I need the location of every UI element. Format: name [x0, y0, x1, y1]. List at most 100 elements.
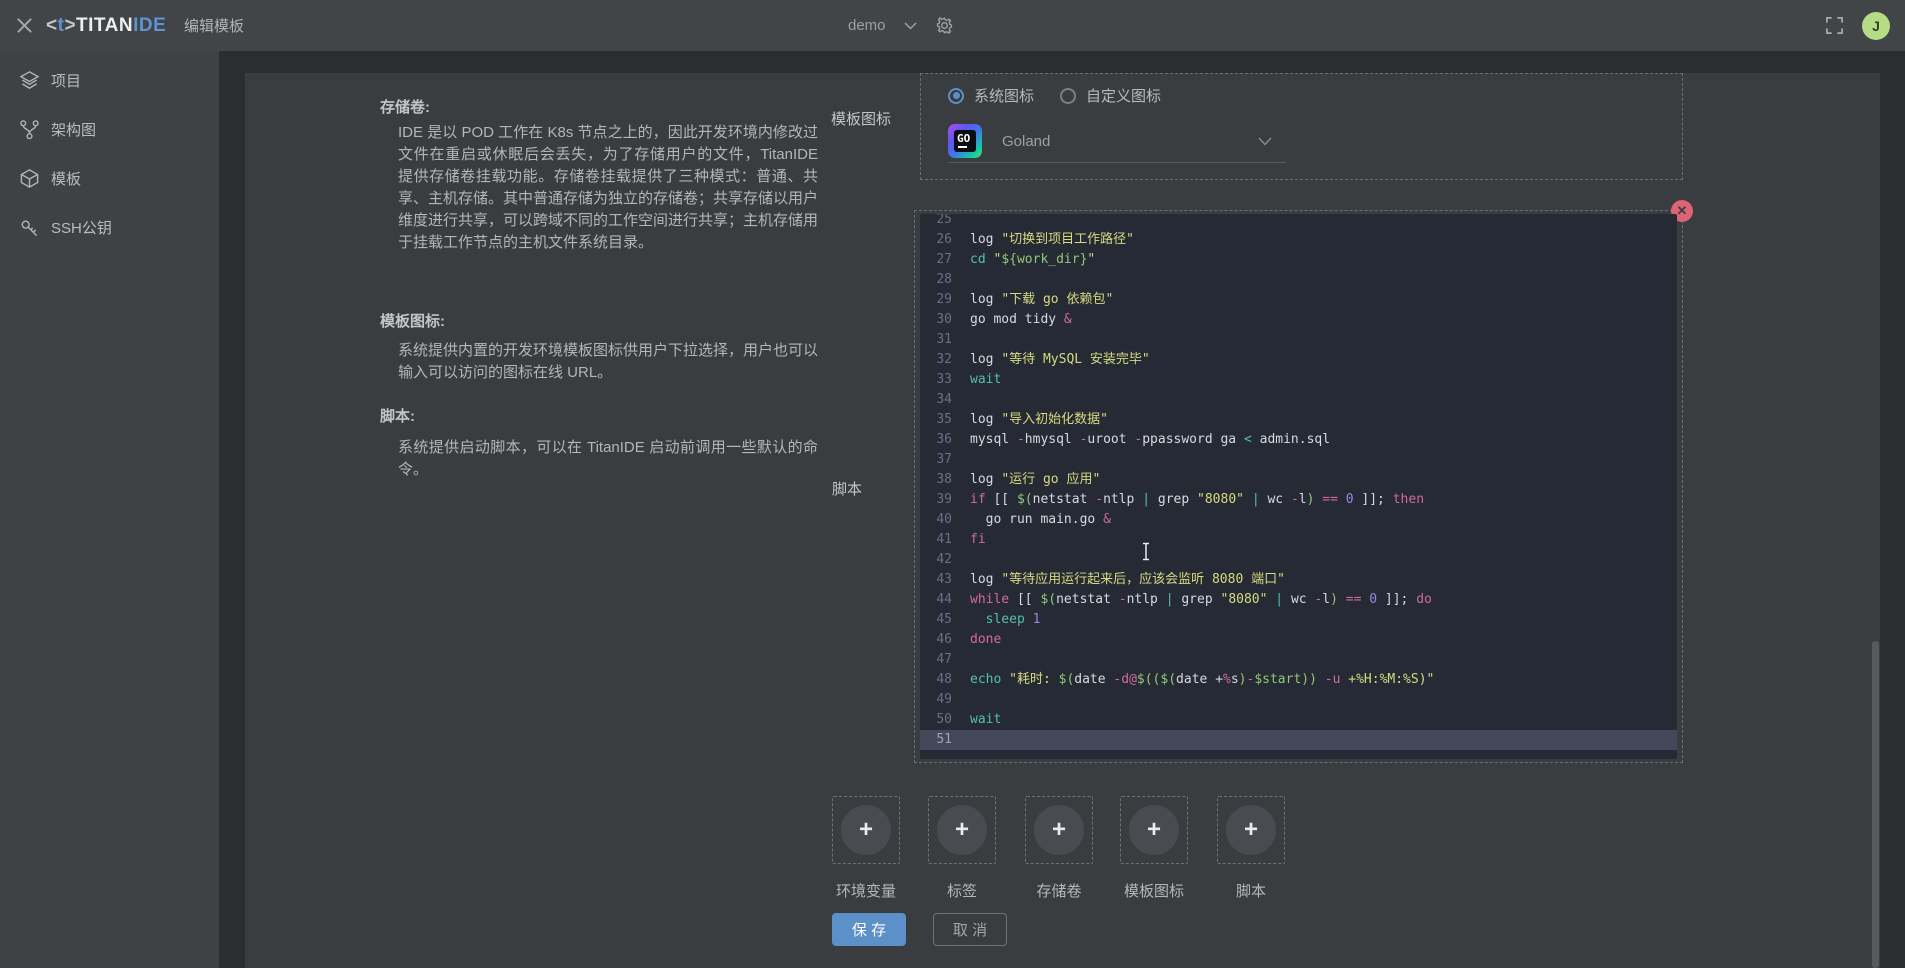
code-line[interactable]: 41fi: [920, 530, 1677, 550]
code-text: wait: [970, 710, 1677, 730]
line-number: 25: [920, 214, 970, 230]
top-bar: <t>TITANIDE 编辑模板 demo J: [0, 0, 1905, 51]
radio-system-label: 系统图标: [974, 85, 1034, 106]
add-field-label: 标签: [928, 880, 996, 901]
code-line[interactable]: 26log "切换到项目工作路径": [920, 230, 1677, 250]
code-line[interactable]: 50wait: [920, 710, 1677, 730]
code-line[interactable]: 33wait: [920, 370, 1677, 390]
template-icon-block: 系统图标 自定义图标 GO Goland: [920, 73, 1683, 180]
code-line[interactable]: 37: [920, 450, 1677, 470]
cancel-button[interactable]: 取 消: [933, 913, 1007, 946]
code-line[interactable]: 42: [920, 550, 1677, 570]
add-标签-button[interactable]: +: [928, 796, 996, 864]
chevron-down-icon: [1258, 137, 1272, 146]
code-line[interactable]: 46done: [920, 630, 1677, 650]
code-line[interactable]: 49: [920, 690, 1677, 710]
sidebar: 项目架构图模板 SSH公钥: [0, 51, 219, 968]
code-line[interactable]: 45 sleep 1: [920, 610, 1677, 630]
code-line[interactable]: 30go mod tidy &: [920, 310, 1677, 330]
code-text: while [[ $(netstat -ntlp | grep "8080" |…: [970, 590, 1677, 610]
code-line[interactable]: 31: [920, 330, 1677, 350]
code-text: [970, 270, 1677, 290]
code-line[interactable]: 51: [920, 730, 1677, 750]
workspace-switcher: demo: [848, 0, 954, 51]
avatar[interactable]: J: [1862, 12, 1890, 40]
add-环境变量-button[interactable]: +: [832, 796, 900, 864]
code-text: [970, 550, 1677, 570]
chevron-down-icon[interactable]: [904, 22, 917, 30]
radio-unselected-dot[interactable]: [1060, 88, 1076, 104]
help-body: 系统提供启动脚本，可以在 TitanIDE 启动前调用一些默认的命令。: [398, 437, 818, 481]
script-code-editor[interactable]: 2526log "切换到项目工作路径"27cd "${work_dir}"282…: [920, 214, 1677, 759]
code-text: if [[ $(netstat -ntlp | grep "8080" | wc…: [970, 490, 1677, 510]
sidebar-item-架构图[interactable]: 架构图: [0, 112, 219, 146]
code-line[interactable]: 47: [920, 650, 1677, 670]
code-line[interactable]: 36mysql -hmysql -uroot -ppassword ga < a…: [920, 430, 1677, 450]
code-line[interactable]: 32log "等待 MySQL 安装完毕": [920, 350, 1677, 370]
code-line[interactable]: 34: [920, 390, 1677, 410]
radio-selected-dot[interactable]: [948, 88, 964, 104]
code-text: log "等待 MySQL 安装完毕": [970, 350, 1677, 370]
fullscreen-icon[interactable]: [1825, 16, 1844, 35]
code-line[interactable]: 48echo "耗时: $(date -d@$(($(date +%s)-$st…: [920, 670, 1677, 690]
code-text: log "等待应用运行起来后，应该会监听 8080 端口": [970, 570, 1677, 590]
sidebar-item-label: SSH公钥: [51, 217, 112, 238]
code-line[interactable]: 38log "运行 go 应用": [920, 470, 1677, 490]
code-text: go mod tidy &: [970, 310, 1677, 330]
code-line[interactable]: 25: [920, 214, 1677, 230]
add-存储卷-button[interactable]: +: [1025, 796, 1093, 864]
icon-select[interactable]: GO Goland: [948, 120, 1286, 163]
vertical-scrollbar[interactable]: [1872, 641, 1879, 968]
code-text: [970, 450, 1677, 470]
code-line[interactable]: 27cd "${work_dir}": [920, 250, 1677, 270]
line-number: 47: [920, 650, 970, 670]
script-field-label: 脚本: [832, 478, 862, 499]
line-number: 31: [920, 330, 970, 350]
code-text: mysql -hmysql -uroot -ppassword ga < adm…: [970, 430, 1677, 450]
line-number: 51: [920, 730, 970, 750]
radio-custom-icon[interactable]: 自定义图标: [1060, 85, 1161, 106]
sidebar-item-项目[interactable]: 项目: [0, 63, 219, 97]
code-line[interactable]: 29log "下载 go 依赖包": [920, 290, 1677, 310]
radio-system-icon[interactable]: 系统图标: [948, 85, 1034, 106]
code-line[interactable]: 39if [[ $(netstat -ntlp | grep "8080" | …: [920, 490, 1677, 510]
branch-icon: [19, 119, 40, 140]
line-number: 39: [920, 490, 970, 510]
help-heading: 脚本:: [380, 405, 415, 426]
add-field-环境变量: +环境变量: [832, 796, 900, 901]
goland-icon: GO: [948, 124, 982, 158]
code-text: [970, 730, 1677, 750]
add-模板图标-button[interactable]: +: [1120, 796, 1188, 864]
add-脚本-button[interactable]: +: [1217, 796, 1285, 864]
page-title: 编辑模板: [184, 0, 244, 51]
save-button[interactable]: 保 存: [832, 913, 906, 946]
sidebar-item-模板[interactable]: 模板: [0, 161, 219, 195]
close-icon[interactable]: [15, 16, 34, 35]
line-number: 38: [920, 470, 970, 490]
line-number: 27: [920, 250, 970, 270]
code-line[interactable]: 28: [920, 270, 1677, 290]
add-field-模板图标: +模板图标: [1120, 796, 1188, 901]
code-line[interactable]: 40 go run main.go &: [920, 510, 1677, 530]
code-line[interactable]: 35log "导入初始化数据": [920, 410, 1677, 430]
add-field-脚本: +脚本: [1217, 796, 1285, 901]
line-number: 36: [920, 430, 970, 450]
code-line[interactable]: 43log "等待应用运行起来后，应该会监听 8080 端口": [920, 570, 1677, 590]
help-body: IDE 是以 POD 工作在 K8s 节点之上的，因此开发环境内修改过文件在重启…: [398, 122, 818, 254]
icon-field-label: 模板图标: [831, 108, 891, 129]
workspace-name[interactable]: demo: [848, 17, 886, 34]
line-number: 32: [920, 350, 970, 370]
line-number: 29: [920, 290, 970, 310]
logo-t: t: [58, 15, 65, 37]
line-number: 48: [920, 670, 970, 690]
code-line[interactable]: 44while [[ $(netstat -ntlp | grep "8080"…: [920, 590, 1677, 610]
line-number: 35: [920, 410, 970, 430]
gear-icon[interactable]: [935, 16, 954, 35]
sidebar-item-label: 项目: [51, 70, 81, 91]
help-heading: 模板图标:: [380, 310, 445, 331]
sidebar-item-SSH公钥[interactable]: SSH公钥: [0, 210, 219, 244]
code-text: [970, 690, 1677, 710]
code-text: [970, 214, 1677, 230]
line-number: 30: [920, 310, 970, 330]
help-heading: 存储卷:: [380, 96, 430, 117]
